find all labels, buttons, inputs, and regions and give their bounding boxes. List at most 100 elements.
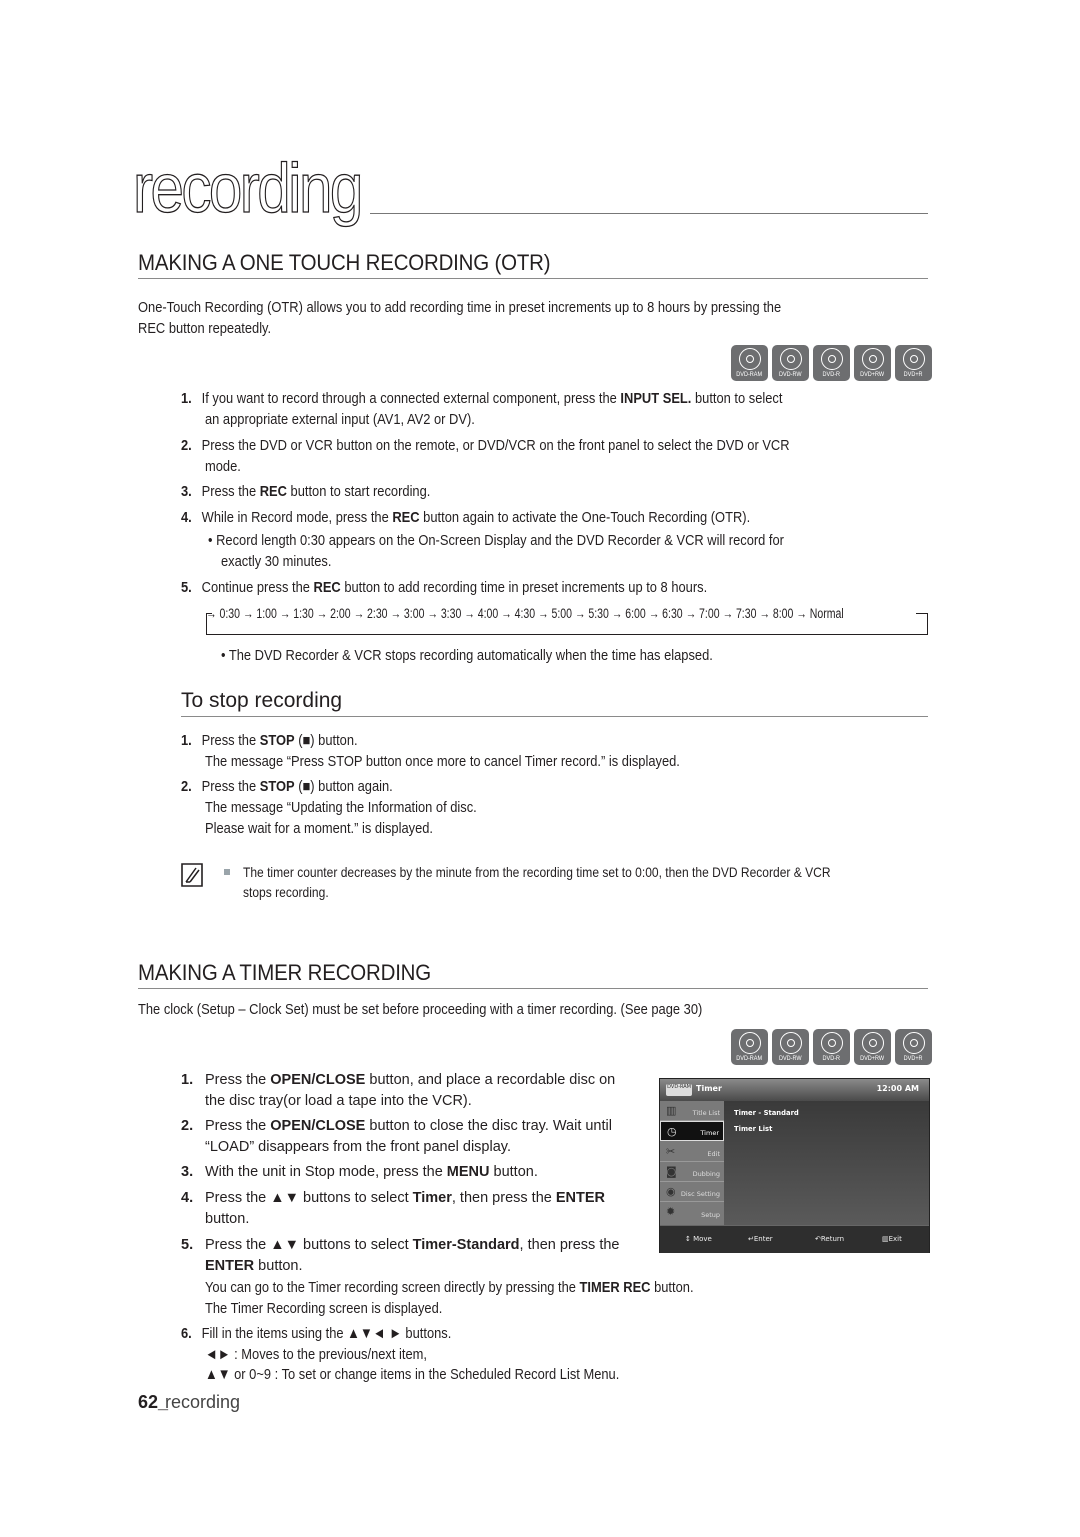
timer-step-1: 1. Press the OPEN/CLOSE button, and place… [181,1072,616,1088]
stop-step-2-line2: The message “Updating the Information of… [205,799,477,816]
arrow-right-icon: → [645,606,663,621]
sequence-step: 6:30 [662,606,683,621]
disc-icon: ◉ [666,1185,676,1198]
arrow-right-icon: → [206,606,220,621]
note-line2: stops recording. [243,884,329,900]
chapter-title: recording [132,148,363,227]
note-line1: The timer counter decreases by the minut… [243,864,831,880]
otr-step-2: 2. Press the DVD or VCR button on the rem… [181,437,790,454]
disc-badge: DVD-RAM [731,345,768,381]
otr-after-bullet: • The DVD Recorder & VCR stops recording… [221,647,713,664]
sequence-step: 2:30 [367,606,388,621]
sequence-step: 1:30 [293,606,314,621]
arrow-right-icon: → [313,606,331,621]
osd-disc-logo: DVD-RAM [666,1084,692,1096]
osd-menu-item-timer: ◷ Timer [660,1121,724,1141]
sequence-step: 3:00 [403,606,425,621]
disc-badge: DVD+RW [854,345,891,381]
sequence-loop-line [927,613,928,635]
timer-step-3: 3. With the unit in Stop mode, press the … [181,1164,538,1180]
stop-step-2: 2. Press the STOP (■) button again. [181,778,393,795]
arrow-right-icon: → [239,606,257,621]
stop-step-2-line3: Please wait for a moment.” is displayed. [205,820,434,837]
disc-badges-otr: DVD-RAM DVD-RW DVD-R DVD+RW DVD+R [731,345,932,381]
disc-icon [861,1032,884,1054]
disc-badge: DVD-RW [772,345,809,381]
timer-step-1-line2: the disc tray(or load a tape into the VC… [205,1093,472,1109]
disc-icon [861,348,884,370]
disc-badge: DVD-R [813,345,850,381]
osd-sidebar: ▥ Title List ◷ Timer ✂ Edit ◙ Dubbing ◉ Disc … [660,1101,724,1225]
sequence-step: 2:00 [330,606,351,621]
timer-step-6-line2: ◄► : Moves to the previous/next item, [205,1346,428,1363]
otr-step-5: 5. Continue press the REC button to add r… [181,579,708,596]
sequence-step: 1:00 [256,606,277,621]
sequence-step: 4:00 [477,606,499,621]
timer-step-2-line2: “LOAD” disappears from the front panel d… [205,1139,511,1155]
otr-step-2-line2: mode. [205,458,241,475]
scissors-icon: ✂ [666,1145,676,1158]
osd-clock: 12:00 AM [876,1084,919,1093]
osd-option-timer-list: Timer List [734,1125,773,1133]
timer-step-4: 4. Press the ▲▼ buttons to select Timer, … [181,1190,606,1206]
arrow-right-icon: → [461,606,478,621]
otr-step-4-bullet-line2: exactly 30 minutes. [221,553,332,570]
stop-heading: To stop recording [181,689,343,712]
disc-icon [902,348,925,370]
osd-menu-item-dubbing: ◙ Dubbing [660,1162,724,1182]
sequence-step: 7:00 [699,606,720,621]
otr-heading-rule [138,278,928,279]
arrow-right-icon: → [682,606,700,621]
timer-step-5-line3: You can go to the Timer recording screen… [205,1279,694,1296]
timer-step-6-line3: ▲▼ or 0~9 : To set or change items in th… [205,1366,620,1383]
otr-intro-line2: REC button repeatedly. [138,320,272,337]
arrow-right-icon: → [350,606,368,621]
timer-intro: The clock (Setup – Clock Set) must be se… [138,1001,703,1018]
arrow-right-icon: → [719,606,736,621]
stop-heading-rule [181,716,928,717]
otr-step-1-line2: an appropriate external input (AV1, AV2 … [205,411,475,428]
stop-step-1: 1. Press the STOP (■) button. [181,732,358,749]
osd-footer-move: ↕ Move [685,1235,712,1243]
disc-icon [779,1032,802,1054]
arrow-right-icon: → [498,606,515,621]
footer-section: recording [165,1392,241,1412]
osd-menu-item-disc-setting: ◉ Disc Setting [660,1182,724,1202]
arrow-right-icon: → [387,606,404,621]
arrow-right-icon: → [793,606,810,621]
arrow-right-icon: → [756,606,773,621]
otr-step-3: 3. Press the REC button to start recordin… [181,483,431,500]
disc-icon [738,1032,761,1054]
otr-step-4-bullet: • Record length 0:30 appears on the On-S… [208,532,784,549]
arrow-right-icon: → [535,606,552,621]
arrow-right-icon: → [571,606,589,621]
osd-menu-item-title-list: ▥ Title List [660,1101,724,1121]
chapter-rule [370,213,928,214]
osd-menu-item-edit: ✂ Edit [660,1142,724,1162]
sequence-loop-line [206,634,928,635]
timer-heading: MAKING A TIMER RECORDING [138,960,432,985]
sequence-step: 0:30 [219,606,240,621]
stop-step-1-line2: The message “Press STOP button once more… [205,753,680,770]
note-icon [181,863,203,887]
disc-badge: DVD-R [813,1029,850,1065]
otr-heading: MAKING A ONE TOUCH RECORDING (OTR) [138,250,551,275]
timer-step-5: 5. Press the ▲▼ buttons to select Timer-S… [181,1237,620,1253]
disc-icon [779,348,802,370]
note-bullet [224,869,230,875]
film-icon: ▥ [666,1104,677,1117]
sequence-step: 7:30 [735,606,757,621]
disc-badge: DVD+RW [854,1029,891,1065]
osd-footer-exit: ▥Exit [882,1235,902,1243]
otr-intro-line1: One-Touch Recording (OTR) allows you to … [138,299,782,316]
arrow-right-icon: → [424,606,441,621]
gear-icon: ✹ [666,1205,676,1218]
dubbing-icon: ◙ [666,1165,677,1178]
timer-step-2: 2. Press the OPEN/CLOSE button to close t… [181,1118,612,1134]
sequence-step: Normal [809,606,844,621]
osd-footer-enter: ↵Enter [748,1235,773,1243]
sequence-step: 4:30 [514,606,536,621]
disc-icon [820,1032,843,1054]
osd-footer: ↕ Move ↵Enter ↶Return ▥Exit [660,1225,929,1253]
otr-time-sequence: → 0:30 → 1:00 → 1:30 → 2:00 → 2:30 → 3:0… [206,605,844,623]
